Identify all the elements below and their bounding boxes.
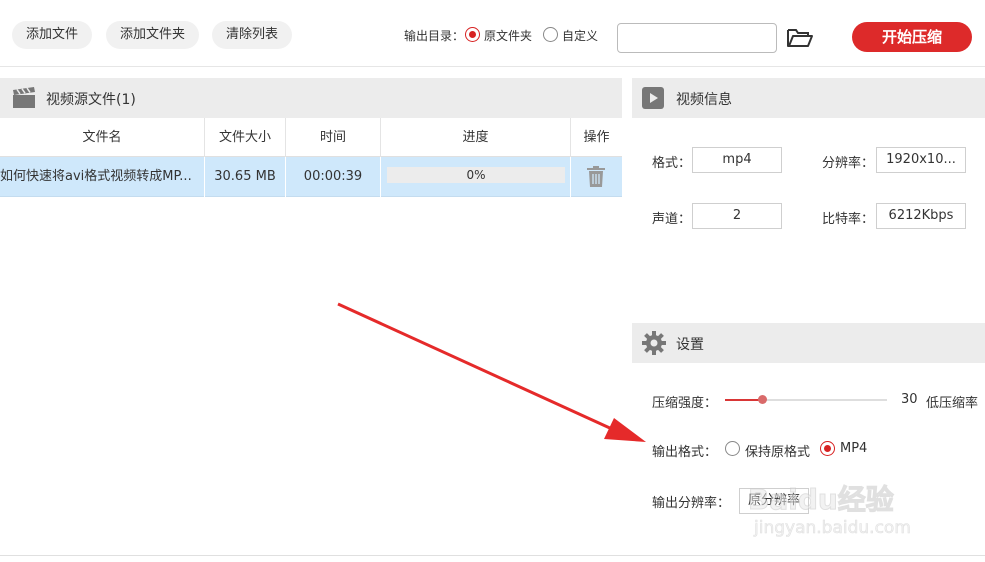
cell-duration: 00:00:39 <box>286 157 381 197</box>
output-resolution-label: 输出分辨率： <box>652 496 731 511</box>
mp4-label: MP4 <box>840 441 868 456</box>
col-duration[interactable]: 时间 <box>286 118 381 157</box>
video-info-header: 视频信息 <box>632 78 985 118</box>
play-icon <box>642 87 664 109</box>
source-folder-label: 原文件夹 <box>484 29 533 43</box>
toolbar: 添加文件 添加文件夹 清除列表 输出目录： 原文件夹 自定义 开始压缩 <box>0 0 985 67</box>
bitrate-label: 比特率： <box>822 212 875 227</box>
col-progress[interactable]: 进度 <box>381 118 571 157</box>
custom-label: 自定义 <box>562 29 599 43</box>
channel-field: 2 <box>692 203 782 229</box>
output-format-label: 输出格式： <box>652 445 718 460</box>
add-folder-button[interactable]: 添加文件夹 <box>106 21 200 49</box>
mp4-radio[interactable] <box>820 441 835 456</box>
add-file-button[interactable]: 添加文件 <box>12 21 93 49</box>
col-action: 操作 <box>583 130 610 145</box>
cell-file-name: 如何快速将avi格式视频转成MP... <box>0 157 205 197</box>
keep-format-radio[interactable] <box>725 441 740 456</box>
clapperboard-icon <box>13 87 35 108</box>
source-files-title: 视频源文件(1) <box>46 92 136 108</box>
video-info-title: 视频信息 <box>676 92 732 108</box>
format-field: mp4 <box>692 147 782 173</box>
compress-strength-label: 压缩强度： <box>652 396 718 411</box>
progress-text: 0% <box>466 168 486 182</box>
compress-strength-desc: 低压缩率 <box>926 396 979 411</box>
output-path-input[interactable] <box>617 23 777 53</box>
bottom-divider <box>0 555 985 556</box>
watermark-logo: Baidu经验 <box>748 483 895 517</box>
slider-thumb[interactable] <box>758 395 768 404</box>
resolution-label: 分辨率： <box>822 156 875 171</box>
custom-radio[interactable] <box>543 27 558 42</box>
start-compress-button[interactable]: 开始压缩 <box>852 22 972 52</box>
baidu-watermark: Baidu经验 jingyan.baidu.com <box>748 478 938 544</box>
source-folder-radio[interactable] <box>465 27 480 42</box>
cell-file-size: 30.65 MB <box>205 157 286 197</box>
resolution-field: 1920x10... <box>876 147 966 173</box>
settings-title: 设置 <box>676 337 704 353</box>
output-dir-label: 输出目录： <box>404 29 465 43</box>
col-file-name[interactable]: 文件名 <box>0 118 205 157</box>
gear-icon <box>642 331 666 355</box>
channel-label: 声道： <box>652 212 692 227</box>
settings-header: 设置 <box>632 323 985 363</box>
keep-format-label: 保持原格式 <box>745 445 811 460</box>
table-header: 文件名 文件大小 时间 进度 操作 <box>0 118 622 157</box>
file-table: 文件名 文件大小 时间 进度 操作 如何快速将avi格式视频转成MP... 30… <box>0 118 622 197</box>
clear-list-button[interactable]: 清除列表 <box>212 21 293 49</box>
col-file-size[interactable]: 文件大小 <box>205 118 286 157</box>
format-label: 格式： <box>652 156 692 171</box>
trash-icon[interactable] <box>586 166 606 188</box>
watermark-url: jingyan.baidu.com <box>754 518 911 539</box>
slider-fill <box>725 399 763 401</box>
compress-strength-value: 30 <box>901 392 918 407</box>
bitrate-field: 6212Kbps <box>876 203 966 229</box>
source-files-header: 视频源文件(1) <box>0 78 622 118</box>
folder-open-icon[interactable] <box>786 27 814 49</box>
